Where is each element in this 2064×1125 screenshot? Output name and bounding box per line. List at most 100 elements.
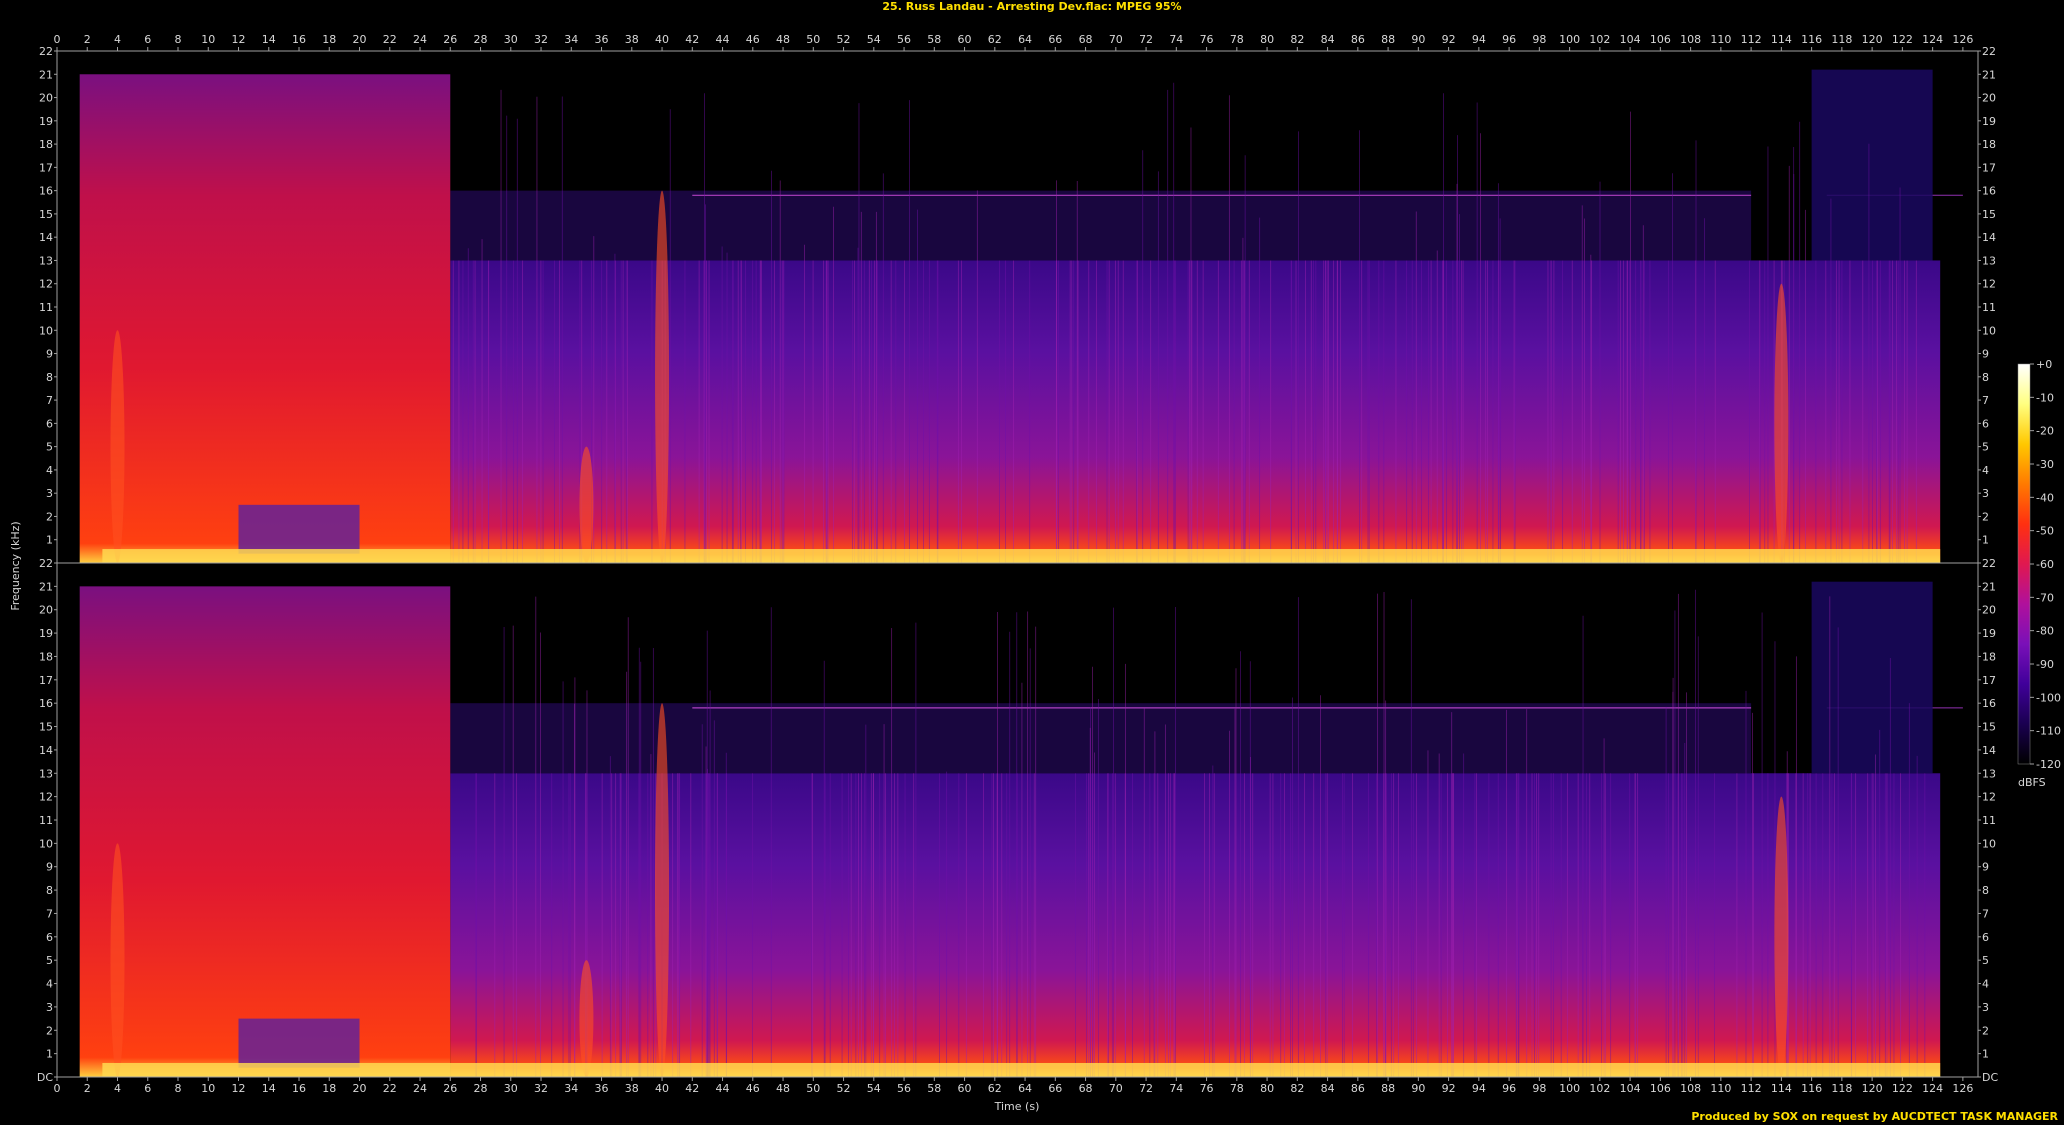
y-tick-label: 17 [1982,161,1996,174]
x-tick-label: 10 [201,33,215,46]
colorbar-tick-label: -50 [2036,525,2054,538]
x-tick-label: 4 [114,1082,121,1095]
x-tick-label: 94 [1472,1082,1486,1095]
x-axis-label: Time (s) [994,1100,1040,1113]
y-tick-label: 6 [46,931,53,944]
y-tick-label: 11 [39,814,53,827]
y-tick-label: 3 [46,1001,53,1014]
x-tick-label: 76 [1200,1082,1214,1095]
x-tick-label: 52 [837,33,851,46]
y-tick-label: 18 [39,650,53,663]
channel-panels [56,50,1979,1078]
y-tick-label: 7 [46,394,53,407]
colorbar-tick-label: -120 [2036,758,2061,771]
spectrogram-chart: 1 12 23 34 45 56 67 78 89 910 1011 1112 1213 1314 1415… [9,33,2061,1113]
x-tick-label: 86 [1351,1082,1365,1095]
y-tick-label: 16 [39,185,53,198]
x-tick-label: 32 [534,33,548,46]
colorbar-tick-label: +0 [2036,358,2052,371]
x-tick-label: 2 [84,33,91,46]
x-tick-label: 76 [1200,33,1214,46]
x-tick-label: 110 [1710,1082,1731,1095]
x-tick-label: 96 [1502,1082,1516,1095]
y-tick-label: 9 [46,861,53,874]
y-tick-label: 13 [39,767,53,780]
y-tick-label: 8 [46,371,53,384]
upper-band [450,190,1752,261]
x-tick-label: 24 [413,1082,427,1095]
x-tick-label: 42 [685,1082,699,1095]
x-tick-label: 98 [1532,1082,1546,1095]
y-tick-label: 20 [39,604,53,617]
x-tick-label: 34 [564,33,578,46]
x-tick-label: 58 [927,1082,941,1095]
y-tick-label: 16 [1982,185,1996,198]
x-tick-label: 8 [175,1082,182,1095]
x-tick-label: 92 [1442,33,1456,46]
x-tick-label: 34 [564,1082,578,1095]
x-tick-label: 8 [175,33,182,46]
y-tick-label: 5 [1982,441,1989,454]
x-tick-label: 72 [1139,1082,1153,1095]
colorbar-tick-label: -100 [2036,691,2061,704]
y-tick-label: 22 [1982,45,1996,58]
x-tick-label: 120 [1862,33,1883,46]
colorbar-tick-label: -30 [2036,458,2054,471]
x-tick-label: 14 [262,33,276,46]
x-tick-label: 104 [1620,1082,1641,1095]
y-tick-label: 14 [1982,744,1996,757]
y-tick-label: 21 [1982,68,1996,81]
x-tick-label: 62 [988,33,1002,46]
intro-gap [238,1018,360,1068]
x-tick-label: 24 [413,33,427,46]
y-tick-label: 22 [39,557,53,570]
x-tick-label: 78 [1230,1082,1244,1095]
y-tick-label: 17 [39,161,53,174]
y-tick-label: 13 [39,254,53,267]
x-tick-label: 46 [746,1082,760,1095]
x-tick-label: 82 [1290,1082,1304,1095]
x-tick-label: 88 [1381,33,1395,46]
y-tick-label: 12 [1982,278,1996,291]
x-tick-label: 84 [1321,33,1335,46]
y-tick-label: 22 [1982,557,1996,570]
end-noise [1811,69,1933,261]
bass-band [102,1062,1941,1077]
y-tick-label: 6 [46,417,53,430]
spectrogram-panel-2 [56,562,1979,1078]
x-tick-label: 2 [84,1082,91,1095]
x-tick-label: 52 [837,1082,851,1095]
y-tick-label: 8 [1982,371,1989,384]
x-tick-label: 70 [1109,33,1123,46]
intro-gap [238,504,360,554]
y-tick-label: 15 [39,208,53,221]
x-tick-label: 122 [1892,1082,1913,1095]
y-tick-label: 4 [46,464,53,477]
y-tick-label: DC [1982,1071,1998,1084]
x-tick-label: 68 [1079,1082,1093,1095]
y-tick-label: 11 [1982,814,1996,827]
x-tick-label: 122 [1892,33,1913,46]
x-tick-label: 94 [1472,33,1486,46]
x-tick-label: 54 [867,1082,881,1095]
y-tick-label: 4 [1982,464,1989,477]
x-tick-label: 118 [1831,1082,1852,1095]
bass-band [102,549,1941,563]
y-tick-label: 2 [46,510,53,523]
x-tick-label: 110 [1710,33,1731,46]
x-tick-label: 40 [655,33,669,46]
y-tick-label: 21 [39,68,53,81]
y-tick-label: 20 [1982,604,1996,617]
x-tick-label: 106 [1650,1082,1671,1095]
x-tick-label: 102 [1589,1082,1610,1095]
x-tick-label: 112 [1741,33,1762,46]
x-tick-label: 54 [867,33,881,46]
x-tick-label: 108 [1680,1082,1701,1095]
x-tick-label: 32 [534,1082,548,1095]
y-tick-label: 22 [39,45,53,58]
loud-intro [79,74,451,563]
y-tick-label: 1 [46,534,53,547]
y-tick-label: 15 [1982,721,1996,734]
x-tick-label: 60 [958,1082,972,1095]
x-tick-label: 50 [806,1082,820,1095]
